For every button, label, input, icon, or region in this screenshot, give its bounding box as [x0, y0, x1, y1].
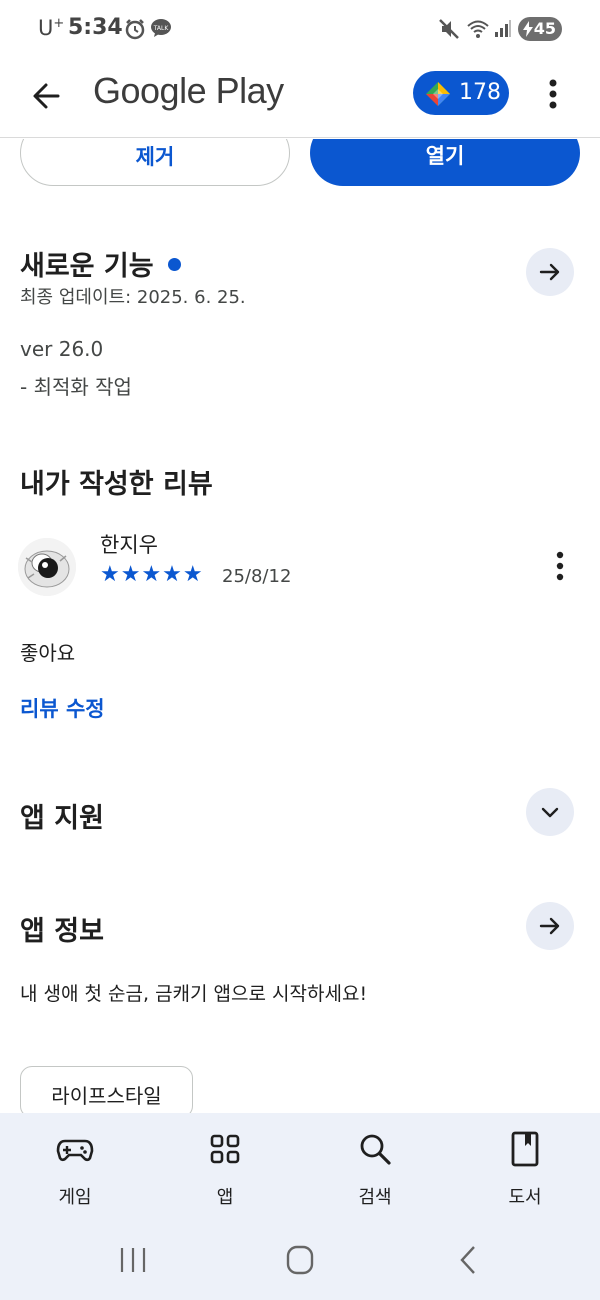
remove-button-label: 제거	[135, 145, 175, 169]
system-back-icon[interactable]	[448, 1242, 488, 1278]
search-icon	[360, 1134, 391, 1165]
nav-item-search[interactable]: 검색	[300, 1113, 450, 1218]
category-chip-label: 라이프스타일	[51, 1084, 162, 1108]
app-support-title: 앱 지원	[20, 803, 104, 834]
app-support-expand-button[interactable]	[526, 788, 574, 836]
talk-icon: TALK	[151, 19, 171, 37]
nav-label-apps: 앱	[216, 1187, 234, 1208]
play-points-count: 178	[459, 80, 501, 105]
whats-new-arrow-button[interactable]	[526, 248, 574, 296]
avatar-image	[18, 538, 76, 596]
app-bar: Google Play 178	[0, 58, 600, 138]
play-points-button[interactable]: 178	[413, 71, 509, 115]
open-button-label: 열기	[425, 144, 465, 168]
nav-label-games: 게임	[58, 1187, 92, 1208]
star-rating: ★★★★★	[100, 562, 204, 587]
arrow-right-icon	[539, 263, 560, 281]
book-icon	[511, 1131, 539, 1167]
new-indicator-dot	[167, 258, 181, 271]
chevron-down-icon	[541, 807, 559, 818]
bottom-navigation: 게임 앱 검색 도서	[0, 1113, 600, 1218]
nav-label-books: 도서	[508, 1187, 542, 1208]
avatar	[18, 538, 76, 596]
mute-icon	[439, 19, 459, 39]
app-info-arrow-button[interactable]	[526, 902, 574, 950]
category-chip[interactable]: 라이프스타일	[20, 1066, 193, 1118]
whats-new-title: 새로운 기능	[20, 244, 181, 283]
app-info-title: 앱 정보	[20, 916, 104, 947]
nav-item-apps[interactable]: 앱	[150, 1113, 300, 1218]
nav-item-games[interactable]: 게임	[0, 1113, 150, 1218]
app-description: 내 생애 첫 순금, 금캐기 앱으로 시작하세요!	[20, 983, 368, 1005]
release-note: - 최적화 작업	[20, 375, 132, 399]
recent-apps-icon[interactable]	[113, 1242, 153, 1278]
nav-item-books[interactable]: 도서	[450, 1113, 600, 1218]
nav-label-search: 검색	[358, 1187, 392, 1208]
battery-level: 45	[533, 19, 556, 38]
edit-review-link[interactable]: 리뷰 수정	[20, 693, 105, 723]
page-title: Google Play	[93, 70, 284, 111]
apps-grid-icon	[210, 1134, 240, 1164]
install-actions: 제거 열기	[0, 139, 600, 199]
last-updated: 최종 업데이트: 2025. 6. 25.	[20, 287, 246, 308]
wifi-icon	[467, 20, 489, 38]
arrow-right-icon	[539, 917, 560, 935]
my-review-title: 내가 작성한 리뷰	[20, 469, 213, 500]
home-icon[interactable]	[280, 1242, 320, 1278]
charging-icon	[523, 21, 533, 37]
system-navigation-bar	[0, 1218, 600, 1300]
review-text: 좋아요	[20, 641, 76, 665]
remove-button[interactable]: 제거	[20, 139, 290, 186]
review-more-options-icon[interactable]	[548, 548, 572, 584]
play-points-gem-icon	[426, 82, 450, 106]
status-bar: U+ 5:34 TALK 45	[0, 0, 600, 58]
review-date: 25/8/12	[222, 566, 292, 587]
clock: 5:34	[68, 15, 123, 40]
alarm-icon	[125, 19, 145, 40]
signal-icon	[495, 20, 511, 37]
open-button[interactable]: 열기	[310, 139, 580, 186]
more-options-icon[interactable]	[538, 72, 568, 116]
version-text: ver 26.0	[20, 337, 104, 361]
carrier-label: U+	[38, 16, 65, 40]
back-arrow-icon[interactable]	[26, 74, 70, 118]
svg-text:TALK: TALK	[153, 25, 170, 32]
reviewer-name: 한지우	[100, 533, 158, 557]
battery-indicator: 45	[518, 17, 562, 41]
gamepad-icon	[56, 1139, 94, 1162]
